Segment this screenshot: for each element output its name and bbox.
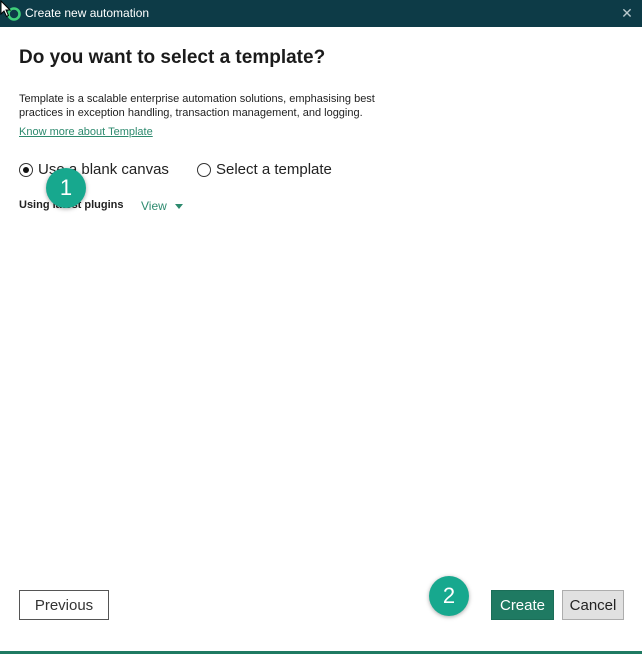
know-more-link[interactable]: Know more about Template <box>19 126 153 138</box>
caret-down-icon <box>174 203 183 209</box>
mouse-cursor-icon <box>0 0 12 18</box>
cancel-button[interactable]: Cancel <box>562 590 624 620</box>
view-plugins-dropdown[interactable]: View <box>141 199 183 213</box>
step-badge-2: 2 <box>429 576 469 616</box>
previous-button[interactable]: Previous <box>19 590 109 620</box>
template-description: Template is a scalable enterprise automa… <box>19 93 375 119</box>
select-template-radio[interactable] <box>197 162 211 177</box>
view-link-label: View <box>141 199 167 213</box>
window-title: Create new automation <box>25 6 150 20</box>
title-bar: Create new automation ✕ <box>0 0 642 27</box>
select-template-label: Select a template <box>216 161 332 178</box>
close-icon[interactable]: ✕ <box>618 4 636 22</box>
step-badge-1: 1 <box>46 168 86 208</box>
dialog-heading: Do you want to select a template? <box>19 47 326 68</box>
blank-canvas-option[interactable]: Use a blank canvas <box>19 161 169 178</box>
create-button[interactable]: Create <box>491 590 554 620</box>
select-template-option[interactable]: Select a template <box>197 161 332 178</box>
blank-canvas-radio[interactable] <box>19 162 33 177</box>
